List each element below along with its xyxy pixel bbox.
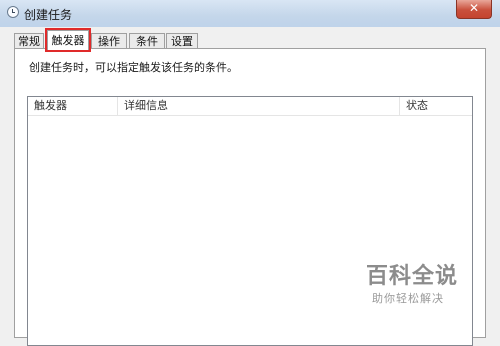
column-header-trigger[interactable]: 触发器 bbox=[28, 97, 118, 115]
close-button[interactable]: ✕ bbox=[456, 0, 492, 19]
window-title: 创建任务 bbox=[24, 8, 73, 22]
watermark-slogan: 助你轻松解决 bbox=[372, 292, 444, 305]
triggers-list[interactable]: 触发器 详细信息 状态 bbox=[27, 96, 473, 346]
tab-general[interactable]: 常规 bbox=[14, 33, 44, 49]
tab-conditions[interactable]: 条件 bbox=[129, 33, 165, 49]
list-header: 触发器 详细信息 状态 bbox=[28, 97, 472, 116]
tab-settings[interactable]: 设置 bbox=[166, 33, 198, 49]
title-bar: 创建任务 ✕ bbox=[0, 0, 500, 27]
tab-triggers[interactable]: 触发器 bbox=[45, 28, 91, 52]
panel-description: 创建任务时，可以指定触发该任务的条件。 bbox=[29, 61, 238, 74]
watermark-logo: 百科全说 bbox=[366, 264, 459, 289]
clock-icon bbox=[7, 6, 19, 18]
column-header-details[interactable]: 详细信息 bbox=[118, 97, 400, 115]
column-header-status[interactable]: 状态 bbox=[400, 97, 472, 115]
tab-actions[interactable]: 操作 bbox=[91, 33, 127, 49]
